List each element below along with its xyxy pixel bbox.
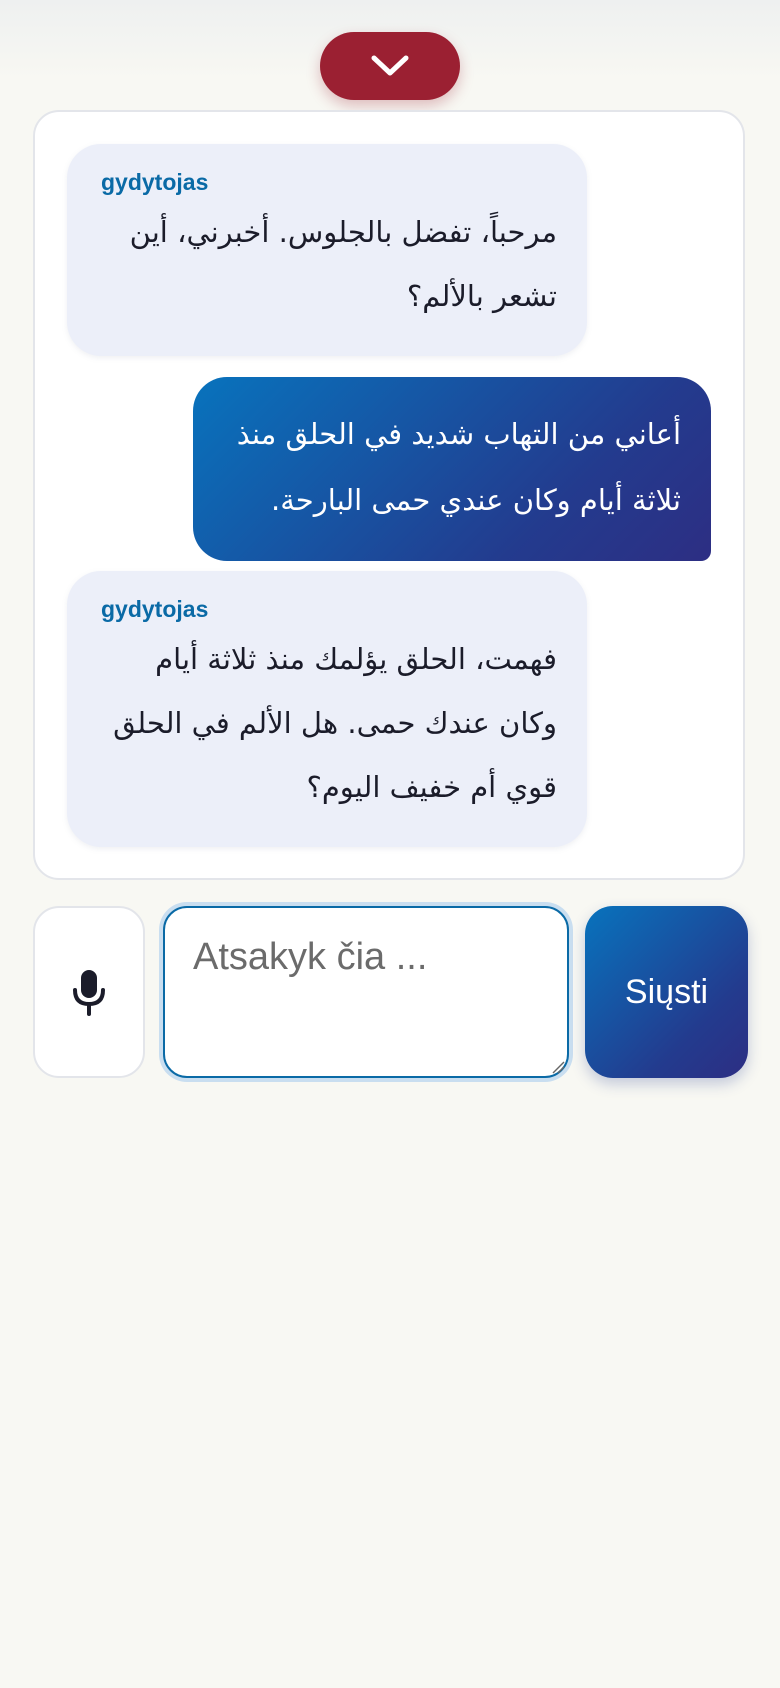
message-input[interactable] [163,906,569,1078]
message-text: فهمت، الحلق يؤلمك منذ ثلاثة أيام وكان عن… [113,642,557,804]
message-bubble-doctor: gydytojas مرحباً، تفضل بالجلوس. أخبرني، … [67,144,587,356]
microphone-button[interactable] [33,906,145,1078]
chevron-down-icon [371,55,409,76]
message-bubble-patient: أعاني من التهاب شديد في الحلق منذ ثلاثة … [193,377,711,561]
message-text: مرحباً، تفضل بالجلوس. أخبرني، أين تشعر ب… [129,215,557,313]
collapse-chat-button[interactable] [320,32,460,100]
message-text: أعاني من التهاب شديد في الحلق منذ ثلاثة … [236,417,681,517]
message-sender: gydytojas [101,169,209,195]
message-input-wrapper [159,902,573,1082]
message-sender: gydytojas [101,596,209,622]
chat-panel: gydytojas مرحباً، تفضل بالجلوس. أخبرني، … [33,110,745,880]
send-button[interactable]: Siųsti [585,906,748,1078]
resize-handle-icon[interactable] [551,1060,565,1074]
microphone-icon [73,970,105,1016]
message-bubble-doctor: gydytojas فهمت، الحلق يؤلمك منذ ثلاثة أي… [67,571,587,847]
